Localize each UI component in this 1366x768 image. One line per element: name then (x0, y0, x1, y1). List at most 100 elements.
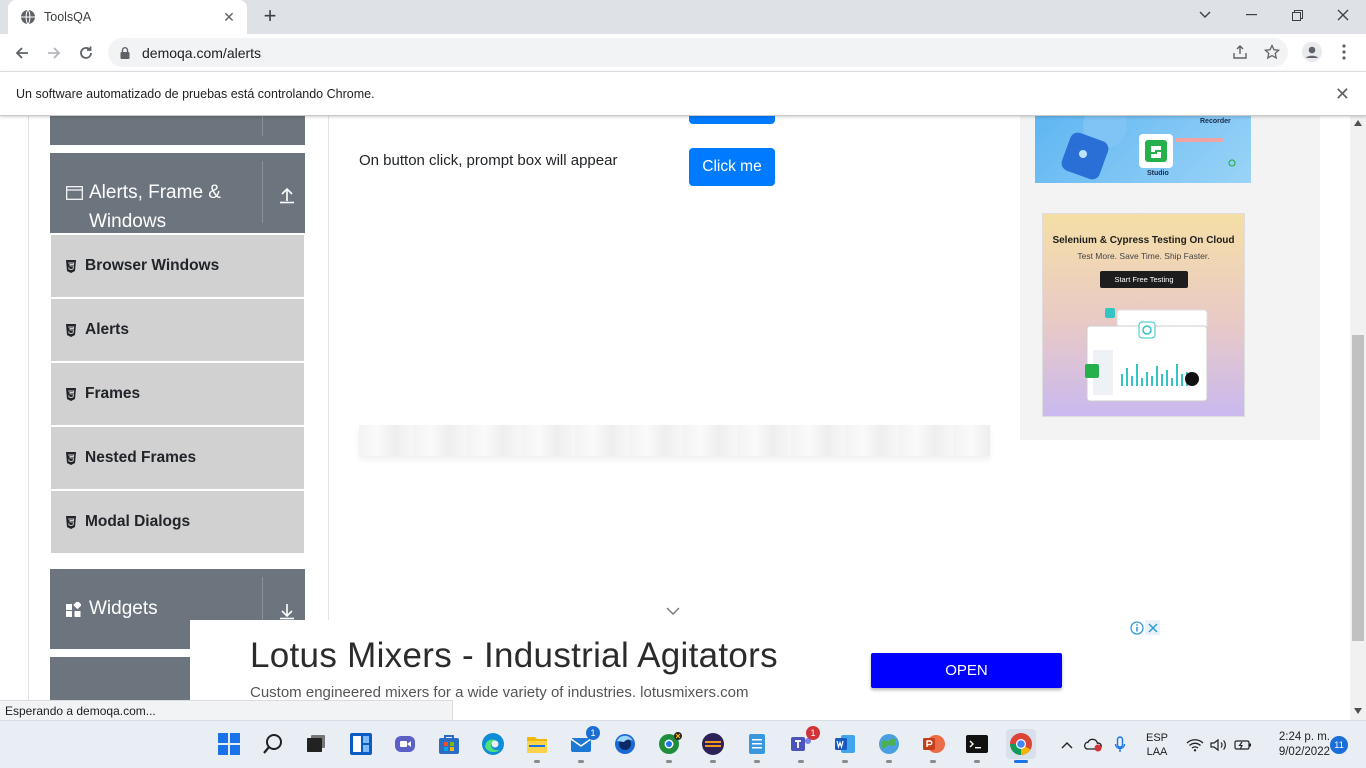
share-icon[interactable] (1228, 40, 1252, 64)
new-tab-button[interactable]: + (259, 5, 281, 28)
notification-center[interactable]: 11 (1330, 721, 1348, 768)
globe-app-icon[interactable] (874, 729, 904, 763)
clock-time: 2:24 p. m. (1278, 731, 1330, 743)
mail-badge: 1 (586, 726, 600, 740)
menu-kebab-icon[interactable] (1332, 40, 1356, 64)
task-view-icon[interactable] (301, 729, 331, 759)
clock[interactable]: 2:24 p. m. 9/02/2022 (1260, 721, 1330, 768)
wifi-icon[interactable] (1184, 721, 1206, 768)
keyboard-layout: LAA (1146, 746, 1168, 758)
input-language-indicator[interactable]: ESP LAA (1138, 721, 1176, 768)
teams-icon[interactable]: 1 (786, 726, 820, 763)
terminal-icon[interactable] (962, 729, 992, 763)
group-header-alerts-frame-windows[interactable]: Alerts, Frame & Windows (50, 153, 305, 233)
firefox-icon[interactable] (610, 729, 640, 759)
sidebar-item-nested-frames[interactable]: Nested Frames (51, 427, 304, 489)
globe-icon (21, 9, 35, 25)
file-explorer-icon[interactable] (522, 729, 552, 763)
sidebar-right-border (328, 116, 329, 700)
reload-button[interactable] (73, 40, 99, 66)
battery-icon[interactable] (1232, 721, 1254, 768)
minimize-button[interactable] (1228, 0, 1274, 30)
ad-title: Selenium & Cypress Testing On Cloud (1052, 235, 1235, 246)
group-title-alerts: Alerts, Frame & (89, 182, 221, 203)
profile-avatar-icon[interactable] (1300, 40, 1324, 64)
chevron-down-icon[interactable] (665, 605, 681, 617)
close-window-button[interactable] (1320, 0, 1366, 30)
scroll-up-arrow-icon[interactable] (1354, 120, 1362, 126)
address-bar[interactable]: demoqa.com/alerts (108, 38, 1288, 67)
html5-icon (66, 323, 76, 337)
forward-button[interactable] (41, 40, 67, 66)
html5-icon (66, 387, 76, 401)
start-windows-icon[interactable] (214, 729, 244, 759)
show-hidden-icons-chevron[interactable] (1058, 721, 1076, 768)
teams-chat-icon[interactable] (390, 729, 420, 759)
running-indicator (842, 760, 848, 763)
notification-count-badge: 11 (1330, 736, 1348, 754)
arrow-up-icon[interactable] (278, 186, 296, 204)
prompt-button[interactable]: Click me (689, 148, 775, 186)
search-icon[interactable] (258, 729, 288, 759)
sidebar-item-alerts[interactable]: Alerts (51, 299, 304, 361)
infobar-close-icon[interactable]: ✕ (1335, 84, 1350, 105)
arrow-down-icon[interactable] (278, 602, 296, 620)
back-button[interactable] (9, 40, 35, 66)
sidebar-left-border (28, 116, 29, 700)
chrome-selenium-icon[interactable] (654, 729, 684, 763)
running-indicator (666, 760, 672, 763)
sidebar-item-label: Nested Frames (85, 449, 197, 466)
group-title-widgets: Widgets (89, 598, 158, 619)
sidebar-item-frames[interactable]: Frames (51, 363, 304, 425)
word-icon[interactable] (830, 729, 860, 763)
start-free-testing-button[interactable]: Start Free Testing (1100, 271, 1188, 288)
automation-infobar: Un software automatizado de pruebas está… (0, 71, 1366, 116)
language-code: ESP (1145, 732, 1168, 744)
scroll-down-arrow-icon[interactable] (1354, 708, 1362, 714)
onedrive-icon[interactable] (1082, 721, 1104, 768)
sidebar-item-label: Alerts (85, 321, 129, 338)
group-header-forms[interactable] (50, 116, 305, 145)
scrollbar-thumb[interactable] (1352, 335, 1364, 641)
mail-icon[interactable]: 1 (566, 726, 600, 763)
confirm-button[interactable] (689, 116, 775, 124)
volume-icon[interactable] (1208, 721, 1230, 768)
windows-taskbar: 1 1 ESP LAA 2:24 p. m. 9/02/2022 11 (0, 720, 1366, 768)
tab-close-icon[interactable]: ✕ (221, 9, 237, 26)
group-divider (262, 161, 263, 223)
sidebar-item-label: Frames (85, 385, 141, 402)
group-divider (262, 116, 263, 136)
sidebar-item-label: Modal Dialogs (85, 513, 191, 530)
widgets-panel-icon[interactable] (346, 729, 376, 759)
page-scrollbar[interactable] (1350, 116, 1366, 720)
adchoices-info-icon[interactable] (1129, 620, 1144, 635)
restore-button[interactable] (1274, 0, 1320, 30)
running-indicator (710, 760, 716, 763)
robot-illustration (1061, 116, 1236, 180)
tab-title: ToolsQA (44, 10, 92, 24)
browser-tab[interactable]: ToolsQA ✕ (8, 0, 247, 34)
running-indicator (798, 760, 804, 763)
url-text: demoqa.com/alerts (142, 44, 262, 61)
store-icon[interactable] (434, 729, 464, 759)
microphone-icon[interactable] (1110, 721, 1130, 768)
chrome-icon[interactable] (1006, 729, 1036, 763)
notepad-icon[interactable] (742, 729, 772, 763)
widgets-icon (66, 602, 81, 617)
prompt-description: On button click, prompt box will appear (359, 152, 618, 169)
sidebar-item-browser-windows[interactable]: Browser Windows (51, 235, 304, 297)
sidebar-item-modal-dialogs[interactable]: Modal Dialogs (51, 491, 304, 553)
banner-open-button[interactable]: OPEN (871, 653, 1062, 688)
ad-selenium-cypress[interactable]: Selenium & Cypress Testing On Cloud Test… (1042, 213, 1245, 417)
eclipse-icon[interactable] (698, 729, 728, 763)
bookmark-star-icon[interactable] (1260, 40, 1284, 64)
group-title-alerts-line2: Windows (89, 211, 167, 232)
running-indicator (578, 760, 584, 763)
edge-icon[interactable] (478, 729, 508, 759)
recorder-label: Recorder (1200, 118, 1231, 125)
tab-search-icon[interactable] (1182, 0, 1228, 30)
ad-close-icon[interactable] (1145, 620, 1160, 635)
ad-studio[interactable]: Recorder Studio (1035, 116, 1251, 183)
powerpoint-icon[interactable] (918, 729, 948, 763)
right-ad-panel: Recorder Studio Selenium & Cypress Testi… (1020, 116, 1320, 440)
